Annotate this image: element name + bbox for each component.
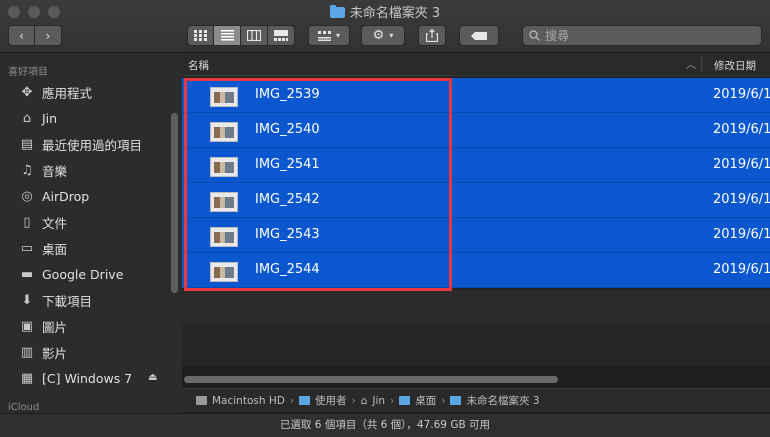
group-icon xyxy=(317,30,331,41)
path-item[interactable]: 未命名檔案夾 3 xyxy=(466,393,539,408)
sidebar-item-downloads[interactable]: ⬇ 下載項目 xyxy=(18,289,92,311)
empty-row xyxy=(182,290,770,325)
sidebar-item-google-drive[interactable]: ▬ Google Drive xyxy=(18,263,124,285)
column-name[interactable]: 名稱 xyxy=(188,58,209,73)
group-by-button[interactable]: ▾ xyxy=(308,25,350,46)
sidebar-item-airdrop[interactable]: ◎ AirDrop xyxy=(18,185,89,207)
sidebar-scrollbar[interactable] xyxy=(171,113,178,293)
sort-ascending-icon: ︿ xyxy=(686,60,696,71)
gallery-view-button[interactable] xyxy=(268,25,295,46)
chevron-down-icon: ▾ xyxy=(389,31,394,40)
search-field[interactable]: 搜尋 xyxy=(522,25,762,46)
path-separator: › xyxy=(390,394,395,407)
home-icon: ⌂ xyxy=(360,394,368,407)
edit-tags-button[interactable] xyxy=(459,25,499,46)
eject-icon[interactable]: ⏏ xyxy=(148,372,157,383)
tag-icon xyxy=(471,31,487,40)
hard-drive-icon xyxy=(196,396,207,405)
path-item[interactable]: 使用者 xyxy=(315,393,347,408)
sidebar-item-desktop[interactable]: ▭ 桌面 xyxy=(18,237,67,259)
path-separator: › xyxy=(441,394,446,407)
file-date: 2019/6/1 xyxy=(713,157,770,172)
pictures-icon: ▣ xyxy=(20,318,34,334)
file-date: 2019/6/1 xyxy=(713,192,770,207)
path-bar: Macintosh HD › 使用者 › ⌂ Jin › 桌面 › 未命名檔案夾 … xyxy=(182,388,770,412)
music-icon: ♫ xyxy=(21,162,33,178)
file-date: 2019/6/1 xyxy=(713,227,770,242)
documents-icon: ▯ xyxy=(23,214,31,230)
search-icon xyxy=(529,30,540,41)
back-button[interactable]: ‹ xyxy=(8,25,35,46)
home-icon: ⌂ xyxy=(22,110,32,126)
folder-icon: ▬ xyxy=(20,266,34,282)
title-bar: 未命名檔案夾 3 ‹ › ▾ ⚙ ▾ 搜尋 xyxy=(0,0,770,53)
sidebar-item-applications[interactable]: ✥ 應用程式 xyxy=(18,81,92,103)
folder-icon xyxy=(399,396,411,405)
status-bar: 已選取 6 個項目（共 6 個），47.69 GB 可用 xyxy=(0,413,770,437)
share-button[interactable] xyxy=(418,25,446,46)
column-divider[interactable] xyxy=(701,56,702,72)
downloads-icon: ⬇ xyxy=(21,292,33,308)
folder-icon xyxy=(299,396,311,405)
sidebar-item-recents[interactable]: ▤ 最近使用過的項目 xyxy=(18,133,142,155)
grid-icon xyxy=(194,30,207,41)
folder-icon xyxy=(329,5,345,18)
action-menu-button[interactable]: ⚙ ▾ xyxy=(361,25,405,46)
sidebar-section-icloud: iCloud xyxy=(8,402,40,413)
chevron-left-icon: ‹ xyxy=(19,28,24,43)
icon-view-button[interactable] xyxy=(187,25,214,46)
column-date-modified[interactable]: 修改日期 xyxy=(714,58,756,73)
column-view-button[interactable] xyxy=(241,25,268,46)
file-date: 2019/6/1 xyxy=(713,262,770,277)
view-mode-control xyxy=(187,25,295,46)
path-separator: › xyxy=(351,394,356,407)
sidebar-item-music[interactable]: ♫ 音樂 xyxy=(18,159,67,181)
folder-icon xyxy=(450,396,462,405)
horizontal-scrollbar[interactable] xyxy=(184,376,558,383)
sidebar: 喜好項目 ✥ 應用程式 ⌂ Jin ▤ 最近使用過的項目 ♫ 音樂 ◎ AirDrop ▯… xyxy=(0,53,182,413)
sidebar-item-jin[interactable]: ⌂ Jin xyxy=(18,107,57,129)
gallery-icon xyxy=(274,30,288,41)
desktop-icon: ▭ xyxy=(20,240,34,256)
sidebar-item-movies[interactable]: ▥ 影片 xyxy=(18,341,67,363)
path-separator: › xyxy=(289,394,295,407)
movies-icon: ▥ xyxy=(20,344,34,360)
recents-icon: ▤ xyxy=(20,136,34,152)
chevron-down-icon: ▾ xyxy=(335,31,340,40)
sidebar-item-pictures[interactable]: ▣ 圖片 xyxy=(18,315,67,337)
nav-buttons: ‹ › xyxy=(8,25,62,46)
airdrop-icon: ◎ xyxy=(21,188,33,204)
path-item[interactable]: 桌面 xyxy=(415,393,436,408)
file-date: 2019/6/1 xyxy=(713,122,770,137)
columns-icon xyxy=(247,30,261,41)
sidebar-section-favorites: 喜好項目 xyxy=(8,67,48,78)
list-view-button[interactable] xyxy=(214,25,241,46)
gear-icon: ⚙ xyxy=(372,28,385,43)
window-title: 未命名檔案夾 3 xyxy=(0,2,770,21)
search-placeholder: 搜尋 xyxy=(545,29,570,43)
sidebar-item-windows7[interactable]: ▦ [C] Windows 7 xyxy=(18,367,132,389)
forward-button[interactable]: › xyxy=(35,25,62,46)
column-header: 名稱 ︿ 修改日期 xyxy=(182,53,770,76)
drive-icon: ▦ xyxy=(20,370,34,386)
applications-icon: ✥ xyxy=(21,84,33,100)
sidebar-item-documents[interactable]: ▯ 文件 xyxy=(18,211,67,233)
path-item[interactable]: Jin xyxy=(372,395,385,407)
share-icon xyxy=(426,29,438,42)
list-icon xyxy=(220,30,234,41)
path-item[interactable]: Macintosh HD xyxy=(212,395,285,407)
file-date: 2019/6/1 xyxy=(713,87,770,102)
chevron-right-icon: › xyxy=(45,28,51,43)
selection-highlight-box xyxy=(184,78,452,291)
